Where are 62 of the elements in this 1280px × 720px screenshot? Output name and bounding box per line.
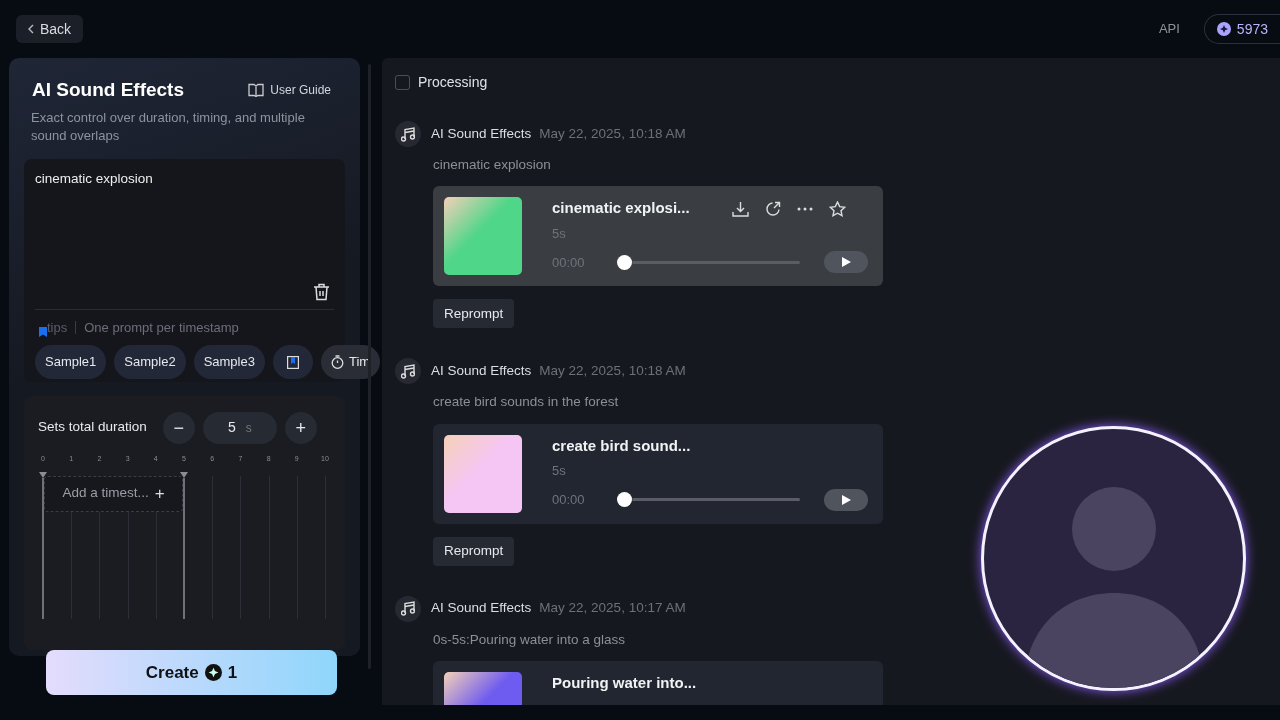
progress-thumb[interactable] xyxy=(617,492,632,507)
date-label: May 22, 2025, 10:17 AM xyxy=(539,599,686,618)
share-icon[interactable] xyxy=(765,200,781,217)
prompt-text: 0s-5s:Pouring water into a glass xyxy=(433,630,627,649)
processing-label: Processing xyxy=(418,73,488,92)
tips-text: One prompt per timestamp xyxy=(84,318,239,337)
track-title: cinematic explosi... xyxy=(552,198,690,219)
chevron-left-icon xyxy=(28,24,34,34)
track-title: create bird sound... xyxy=(552,435,691,456)
plus-icon: + xyxy=(154,480,165,507)
download-icon[interactable] xyxy=(732,200,749,217)
play-button[interactable] xyxy=(824,251,868,274)
prompt-text: cinematic explosion xyxy=(433,156,552,174)
source-label: AI Sound Effects xyxy=(431,362,532,381)
reprompt-button[interactable]: Reprompt xyxy=(433,299,515,329)
star-icon[interactable] xyxy=(829,200,846,217)
time-label: 00:00 xyxy=(552,490,586,509)
play-icon xyxy=(841,257,851,268)
sample-chip[interactable]: Sample2 xyxy=(114,345,186,379)
credit-coin-icon xyxy=(204,664,222,681)
time-label: 00:00 xyxy=(552,253,586,272)
api-link[interactable]: API xyxy=(1158,19,1180,39)
music-note-icon xyxy=(401,126,415,142)
add-timestamp-button[interactable]: Add a timest... + xyxy=(44,475,183,512)
date-label: May 22, 2025, 10:18 AM xyxy=(539,124,686,143)
track-title: Pouring water into... xyxy=(552,672,697,693)
bookmark-icon xyxy=(286,355,299,369)
prompt-text: create bird sounds in the forest xyxy=(433,393,620,412)
back-button[interactable]: Back xyxy=(16,15,84,43)
tips-label: tips xyxy=(47,318,68,337)
bookmark-icon xyxy=(39,327,47,337)
tool-description: Exact control over duration, timing, and multiple sound overlaps xyxy=(30,108,306,145)
source-label: AI Sound Effects xyxy=(431,124,532,143)
music-note-icon xyxy=(401,601,415,616)
tool-title: AI Sound Effects xyxy=(32,78,184,102)
sample-chip[interactable]: Sample1 xyxy=(35,345,107,379)
increase-button[interactable]: + xyxy=(284,411,317,444)
duration-label: 5s xyxy=(552,462,567,480)
credit-coin-icon xyxy=(1216,22,1231,36)
bookmark-chip[interactable] xyxy=(272,345,313,379)
duration-label: 5s xyxy=(552,224,567,243)
play-icon xyxy=(841,494,851,505)
book-icon xyxy=(248,83,265,98)
duration-label: Sets total duration xyxy=(38,418,147,437)
play-button[interactable] xyxy=(824,488,868,511)
sample-chip[interactable]: Sample3 xyxy=(193,345,265,379)
processing-checkbox[interactable] xyxy=(395,75,410,90)
duration-field[interactable]: 5 s xyxy=(202,411,277,444)
trash-icon[interactable] xyxy=(313,282,330,301)
prompt-field[interactable]: cinematic explosion xyxy=(35,168,334,277)
reprompt-button[interactable]: Reprompt xyxy=(433,536,515,566)
date-label: May 22, 2025, 10:18 AM xyxy=(539,362,686,381)
create-label: Create xyxy=(145,661,199,684)
decrease-button[interactable]: − xyxy=(162,411,195,444)
user-guide-link[interactable]: User Guide xyxy=(242,80,337,101)
progress-thumb[interactable] xyxy=(617,254,632,270)
source-label: AI Sound Effects xyxy=(431,599,532,618)
credit-cost: 1 xyxy=(227,661,238,684)
create-button[interactable]: Create 1 xyxy=(46,650,337,695)
music-note-icon xyxy=(401,363,415,379)
timer-icon xyxy=(330,355,344,369)
more-icon[interactable] xyxy=(797,206,813,211)
